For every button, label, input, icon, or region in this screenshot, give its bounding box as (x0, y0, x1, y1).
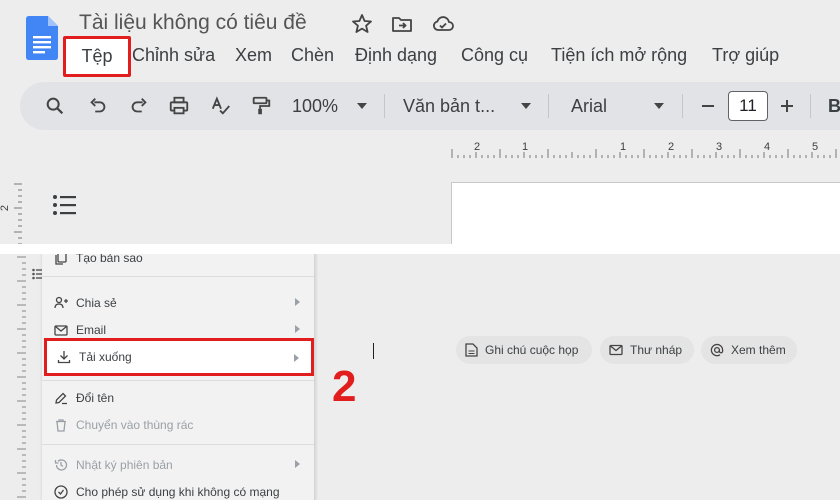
document-icon (465, 343, 478, 357)
history-icon (54, 459, 68, 471)
docs-file-menu-screenshot: Tạo bản sao Chia sẻ Email Tải xuống Đổi … (0, 254, 840, 500)
menu-help[interactable]: Trợ giúp (712, 45, 779, 66)
menu-item-offline[interactable]: Cho phép sử dụng khi không có mạng (42, 479, 314, 500)
menu-item-rename[interactable]: Đổi tên (42, 385, 314, 411)
submenu-arrow-icon (295, 325, 300, 333)
menu-edit[interactable]: Chỉnh sửa (132, 45, 215, 66)
zoom-select[interactable]: 100% (292, 82, 338, 130)
copy-icon (55, 254, 67, 265)
spellcheck-icon[interactable] (210, 82, 232, 130)
vertical-ruler (17, 256, 26, 498)
rename-icon (55, 392, 67, 405)
menu-item-download[interactable]: Tải xuống (44, 338, 314, 376)
vertical-ruler-label: 2 (0, 204, 12, 212)
document-title[interactable]: Tài liệu không có tiêu đề (79, 11, 307, 35)
paragraph-style-select[interactable]: Văn bản t... (403, 82, 495, 130)
mail-draft-icon (609, 344, 623, 356)
chip-label: Xem thêm (731, 343, 786, 357)
meeting-notes-chip[interactable]: Ghi chú cuộc họp (456, 336, 592, 364)
ruler-label: 2 (474, 141, 481, 153)
font-family-select[interactable]: Arial (571, 82, 607, 130)
ruler-label: 3 (716, 141, 723, 153)
horizontal-ruler (451, 149, 837, 158)
menu-item-make-copy[interactable]: Tạo bản sao (42, 254, 314, 271)
trash-icon (56, 419, 66, 432)
cloud-saved-icon[interactable] (431, 12, 455, 36)
font-dropdown-icon[interactable] (653, 82, 665, 130)
menu-view[interactable]: Xem (235, 45, 272, 66)
menu-item-version-history[interactable]: Nhật ký phiên bản (42, 452, 314, 478)
toolbar: 100% Văn bản t... Arial 11 B (20, 82, 840, 130)
menu-insert[interactable]: Chèn (291, 45, 334, 66)
docs-top-screenshot: Tài liệu không có tiêu đề Tệp Chỉnh sửa … (0, 0, 840, 244)
menu-item-label: Nhật ký phiên bản (76, 458, 173, 472)
decrease-font-size-icon[interactable] (699, 82, 717, 130)
submenu-arrow-icon (295, 298, 300, 306)
menu-item-label: Cho phép sử dụng khi không có mạng (76, 485, 280, 499)
mail-icon (54, 325, 68, 336)
at-sign-icon (710, 343, 724, 357)
menu-extensions[interactable]: Tiện ích mở rộng (551, 45, 687, 66)
menu-item-label: Chia sẻ (76, 296, 117, 310)
document-outline-icon[interactable] (52, 194, 78, 216)
paint-format-icon[interactable] (250, 82, 272, 130)
zoom-dropdown-icon[interactable] (356, 82, 368, 130)
vertical-ruler (14, 183, 22, 244)
ruler-label: 5 (812, 141, 819, 153)
menu-item-label: Tạo bản sao (76, 254, 143, 265)
menu-item-share[interactable]: Chia sẻ (42, 290, 314, 316)
file-menu-dropdown: Tạo bản sao Chia sẻ Email Tải xuống Đổi … (42, 254, 314, 500)
menu-item-label: Tải xuống (79, 350, 132, 364)
search-menus-icon[interactable] (44, 82, 66, 130)
menu-item-label: Email (76, 323, 107, 337)
more-chip[interactable]: Xem thêm (701, 336, 797, 364)
submenu-arrow-icon (294, 354, 299, 362)
step-2-marker: 2 (332, 362, 357, 411)
undo-icon[interactable] (87, 82, 109, 130)
ruler-label: 1 (620, 141, 627, 153)
text-cursor (373, 343, 374, 359)
move-folder-icon[interactable] (390, 12, 414, 36)
menu-tools[interactable]: Công cụ (461, 45, 528, 66)
font-size-input[interactable]: 11 (728, 91, 768, 121)
document-page[interactable] (451, 182, 840, 244)
redo-icon[interactable] (128, 82, 150, 130)
menu-item-label: Chuyển vào thùng rác (76, 418, 194, 432)
star-icon[interactable] (350, 12, 374, 36)
chip-label: Ghi chú cuộc họp (485, 343, 579, 357)
offline-icon (54, 485, 68, 499)
increase-font-size-icon[interactable] (778, 82, 796, 130)
style-dropdown-icon[interactable] (520, 82, 532, 130)
submenu-arrow-icon (295, 460, 300, 468)
person-add-icon (54, 296, 68, 309)
chip-label: Thư nháp (630, 343, 683, 357)
download-icon (57, 351, 71, 364)
ruler-label: 1 (522, 141, 529, 153)
email-draft-chip[interactable]: Thư nháp (600, 336, 694, 364)
screenshot-divider (0, 244, 840, 254)
bold-button[interactable]: B (828, 82, 840, 130)
print-icon[interactable] (168, 82, 190, 130)
menu-item-move-to-trash[interactable]: Chuyển vào thùng rác (42, 412, 314, 438)
menu-format[interactable]: Định dạng (355, 45, 437, 66)
ruler-label: 2 (668, 141, 675, 153)
menu-file[interactable]: Tệp (63, 36, 131, 77)
menu-item-label: Đổi tên (76, 391, 115, 405)
menu-bar: Tệp Chỉnh sửa Xem Chèn Định dạng Công cụ… (0, 36, 840, 77)
ruler-label: 4 (764, 141, 771, 153)
